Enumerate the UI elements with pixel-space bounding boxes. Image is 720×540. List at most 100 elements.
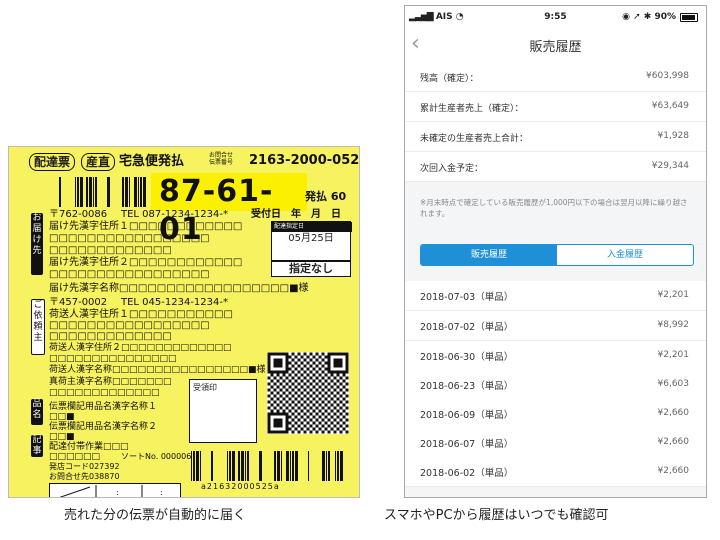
history-tabs: 販売履歴 入金履歴 — [420, 244, 694, 266]
qr-module — [306, 397, 310, 401]
qr-module — [267, 394, 271, 398]
qr-module — [330, 379, 334, 383]
barcode-bar — [290, 451, 291, 481]
summary-row-next-deposit: 次回入金予定： ¥29,344 — [405, 152, 706, 182]
qr-module — [288, 397, 292, 401]
barcode-bar — [238, 451, 240, 481]
qr-module — [333, 376, 337, 380]
qr-module — [315, 382, 319, 386]
qr-module — [285, 421, 289, 425]
qr-module — [291, 352, 295, 356]
tab-deposit-history[interactable]: 入金履歴 — [557, 245, 693, 265]
qr-module — [309, 364, 313, 368]
history-amount: ¥2,660 — [657, 408, 690, 418]
qr-module — [309, 370, 313, 374]
qr-module — [270, 352, 274, 356]
qr-module — [345, 376, 349, 380]
qr-module — [345, 364, 349, 368]
from-tel: TEL 045-1234-1234-* — [121, 297, 228, 308]
qr-module — [279, 421, 283, 425]
qr-module — [270, 379, 274, 383]
qr-module — [294, 373, 298, 377]
qr-module — [336, 397, 340, 401]
qr-module — [288, 391, 292, 395]
qr-module — [303, 412, 307, 416]
qr-module — [273, 358, 277, 362]
qr-module — [324, 385, 328, 389]
qr-module — [336, 358, 340, 362]
history-row[interactable]: 2018-06-30（単品） ¥2,201 — [405, 341, 706, 371]
qr-module — [300, 379, 304, 383]
qr-module — [312, 409, 316, 413]
delivery-date-label: 配達指定日 — [272, 222, 352, 232]
location-icon: ➚ — [633, 12, 641, 22]
qr-module — [303, 424, 307, 428]
qr-module — [318, 415, 322, 419]
qr-module — [279, 430, 283, 434]
qr-module — [312, 385, 316, 389]
history-row[interactable]: 2018-06-23（単品） ¥6,603 — [405, 370, 706, 400]
qr-module — [321, 412, 325, 416]
qr-module — [339, 430, 343, 434]
qr-module — [279, 400, 283, 404]
inquiry-label-2: 伝票番号 — [209, 159, 234, 166]
history-date: 2018-06-23（単品） — [420, 381, 514, 392]
qr-module — [300, 385, 304, 389]
qr-module — [276, 424, 280, 428]
qr-module — [303, 394, 307, 398]
qr-module — [312, 379, 316, 383]
qr-module — [330, 403, 334, 407]
qr-module — [324, 421, 328, 425]
qr-module — [306, 385, 310, 389]
qr-module — [312, 415, 316, 419]
service-name: 宅急便発払 — [119, 154, 185, 169]
page-title: 販売履歴 — [529, 40, 582, 55]
note-side-label: 記事 — [31, 435, 43, 457]
history-row[interactable]: 2018-06-02（単品） ¥2,660 — [405, 457, 706, 487]
status-right: ◉ ➚ ✱ 90% — [622, 6, 676, 28]
qr-module — [318, 367, 322, 371]
to-name: 届け先漢字名称□□□□□□□□□□□□□□□□□□■様 — [49, 283, 309, 294]
qr-module — [291, 364, 295, 368]
bottom-dashed-box: : : — [49, 483, 181, 497]
history-row[interactable]: 2018-07-02（単品） ¥8,992 — [405, 311, 706, 341]
qr-module — [333, 424, 337, 428]
barcode-bar — [59, 177, 61, 207]
qr-module — [318, 361, 322, 365]
qr-module — [267, 370, 271, 374]
qr-module — [342, 397, 346, 401]
qr-module — [285, 376, 289, 380]
qr-module — [306, 415, 310, 419]
qr-module — [279, 376, 283, 380]
qr-module — [300, 427, 304, 431]
history-row[interactable]: 2018-06-09（単品） ¥2,660 — [405, 399, 706, 429]
history-row[interactable]: 2018-07-03（単品） ¥2,201 — [405, 281, 706, 311]
received-date-label: 受付日 年 月 日 — [251, 209, 341, 220]
qr-module — [339, 424, 343, 428]
qr-module — [327, 412, 331, 416]
qr-module — [333, 394, 337, 398]
history-amount: ¥2,201 — [657, 290, 690, 300]
qr-module — [282, 409, 286, 413]
qr-module — [321, 352, 325, 356]
qr-module — [306, 367, 310, 371]
qr-module — [267, 400, 271, 404]
history-row[interactable]: 2018-06-07（単品） ¥2,660 — [405, 428, 706, 458]
qr-module — [339, 376, 343, 380]
delivery-slip-tag: 配達票 — [29, 153, 76, 171]
qr-module — [270, 403, 274, 407]
summary-row-total-sales: 累計生産者売上（確定）： ¥63,649 — [405, 92, 706, 122]
to-address-1b: □□□□□□□□□□□□□□□□□ — [49, 233, 210, 244]
qr-module — [267, 412, 271, 416]
barcode-bar — [125, 177, 128, 207]
navigation-bar: ‹ 販売履歴 — [405, 28, 706, 63]
barcode-bar — [259, 451, 262, 481]
qr-module — [285, 424, 289, 428]
qr-module — [327, 364, 331, 368]
barcode-bar — [140, 177, 142, 207]
qr-module — [288, 409, 292, 413]
qr-module — [312, 373, 316, 377]
qr-module — [267, 388, 271, 392]
tab-sales-history[interactable]: 販売履歴 — [421, 245, 557, 265]
from-postal: 〒457-0002 — [49, 297, 108, 308]
